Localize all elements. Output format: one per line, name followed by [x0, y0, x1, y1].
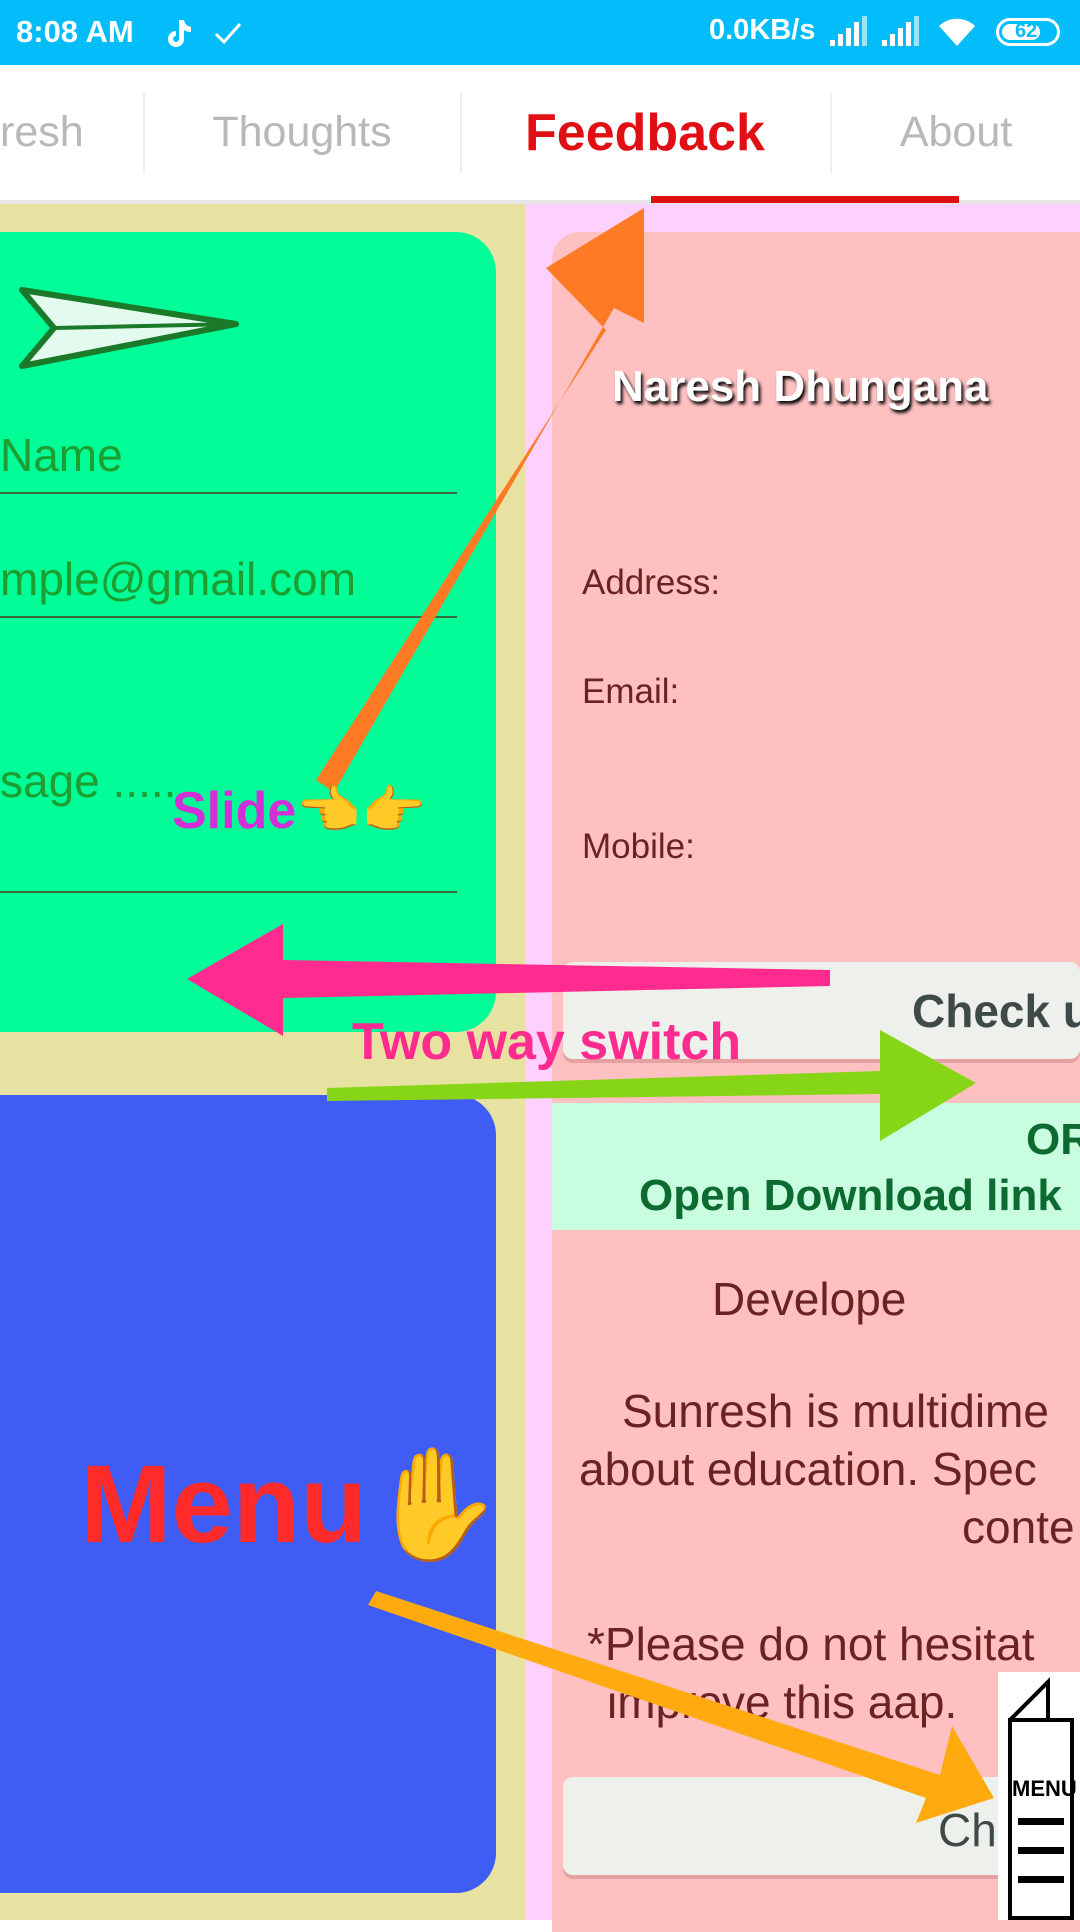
menu-annotation: Menu✋	[80, 1443, 505, 1566]
menu-button[interactable]: MENU	[998, 1672, 1080, 1920]
annotation-arrows	[187, 208, 994, 1823]
two-way-switch-annotation: Two way switch	[352, 1013, 742, 1071]
slide-annotation: Slide👈👉	[172, 782, 426, 840]
arrow-amber	[368, 1591, 994, 1823]
arrow-orange	[316, 208, 644, 792]
menu-button-label: MENU	[1012, 1776, 1077, 1801]
